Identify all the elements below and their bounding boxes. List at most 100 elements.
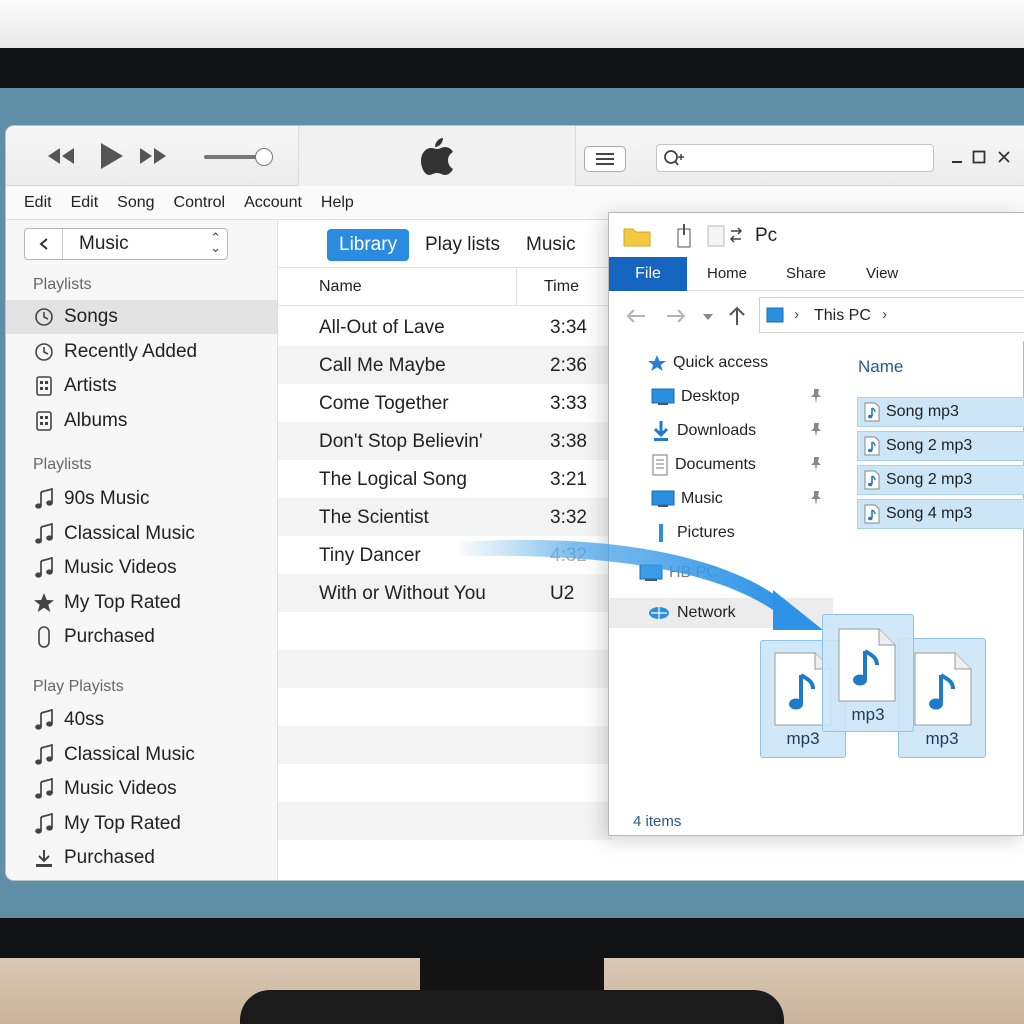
menu-edit[interactable]: Edit — [24, 194, 52, 212]
pin-icon[interactable] — [809, 490, 823, 509]
back-arrow-icon[interactable] — [625, 307, 647, 325]
next-track-button[interactable] — [136, 140, 170, 172]
play-icon — [101, 143, 123, 169]
sidebar-item-artists[interactable]: Artists — [6, 369, 277, 403]
forward-arrow-icon[interactable] — [665, 307, 687, 325]
menu-edit-2[interactable]: Edit — [71, 194, 99, 212]
nav-item-quick-access[interactable]: Quick access — [609, 348, 833, 378]
sidebar-item-my-top-rated[interactable]: My Top Rated — [6, 586, 277, 620]
sidebar-item-purchased[interactable]: Purchased — [6, 620, 277, 654]
view-tabs: Library Play lists Music — [278, 220, 612, 268]
properties-icon[interactable] — [675, 223, 693, 249]
sidebar-item-music-videos[interactable]: Music Videos — [6, 551, 277, 585]
pin-icon[interactable] — [809, 422, 823, 441]
music-file-icon — [864, 402, 880, 422]
song-row[interactable]: Don't Stop Believin' 3:38 — [278, 422, 612, 460]
chevron-left-icon — [38, 238, 48, 250]
search-input[interactable] — [687, 148, 927, 168]
music-note-icon — [33, 778, 55, 800]
nav-item-music[interactable]: Music — [609, 484, 833, 514]
column-header-time[interactable]: Time — [544, 278, 579, 296]
tab-music[interactable]: Music — [514, 229, 588, 261]
nav-item-downloads[interactable]: Downloads — [609, 416, 833, 446]
menu-account[interactable]: Account — [244, 194, 302, 212]
desktop-icon — [651, 388, 675, 406]
drag-arrow-icon — [460, 539, 823, 630]
song-row[interactable]: The Logical Song 3:21 — [278, 460, 612, 498]
song-row[interactable]: Call Me Maybe 2:36 — [278, 346, 612, 384]
sidebar-item-purchased[interactable]: Purchased — [6, 841, 277, 875]
sidebar-item-classical-music[interactable]: Classical Music — [6, 517, 277, 551]
drag-ghost-label: mp3 — [851, 705, 885, 724]
song-time: 3:38 — [550, 431, 587, 452]
sidebar-item-label: My Top Rated — [64, 591, 181, 613]
sidebar-item-40ss[interactable]: 40ss — [6, 703, 277, 737]
file-row[interactable]: Song 2 mp3 — [857, 431, 1024, 461]
pin-icon[interactable] — [809, 388, 823, 407]
drag-ghost-label: mp3 — [925, 729, 959, 748]
nav-item-desktop[interactable]: Desktop — [609, 382, 833, 412]
fast-forward-icon — [140, 148, 166, 164]
close-button[interactable] — [993, 146, 1015, 168]
star-icon — [647, 354, 667, 372]
ribbon-file-tab[interactable]: File — [609, 257, 687, 291]
menu-help[interactable]: Help — [321, 194, 354, 212]
tab-playlists[interactable]: Play lists — [413, 229, 512, 261]
ribbon-tab-home[interactable]: Home — [707, 265, 747, 282]
capsule-icon — [33, 626, 55, 648]
maximize-icon — [972, 150, 986, 164]
nav-item-label: Downloads — [677, 422, 757, 439]
song-name: All-Out of Lave — [319, 317, 445, 338]
grid-icon — [33, 410, 55, 432]
up-arrow-icon[interactable] — [727, 305, 747, 327]
back-button[interactable] — [25, 229, 63, 259]
item-count-status: 4 items — [633, 813, 682, 830]
sidebar-item-songs[interactable]: Songs — [6, 300, 277, 334]
sidebar-item-label: Songs — [64, 306, 118, 327]
music-file-icon — [864, 470, 880, 490]
sidebar-item-classical-music[interactable]: Classical Music — [6, 738, 277, 772]
search-box[interactable] — [656, 144, 934, 172]
minimize-button[interactable] — [946, 146, 968, 168]
tab-library[interactable]: Library — [327, 229, 410, 261]
file-name: Song mp3 — [886, 403, 959, 420]
apple-logo-icon — [421, 138, 453, 175]
sidebar-item-recently-added[interactable]: Recently Added — [6, 335, 277, 369]
ribbon-tab-view[interactable]: View — [866, 265, 898, 282]
sidebar-item-label: Recently Added — [64, 340, 198, 362]
music-note-icon — [33, 743, 55, 766]
music-note-icon — [33, 488, 55, 510]
nav-item-documents[interactable]: Documents — [609, 450, 833, 480]
previous-track-button[interactable] — [44, 140, 78, 172]
recent-locations-chevron-icon[interactable] — [701, 312, 715, 322]
explorer-ribbon: File Home Share View — [609, 257, 1024, 291]
menu-song[interactable]: Song — [117, 194, 154, 212]
sidebar-item-music-videos[interactable]: Music Videos — [6, 772, 277, 806]
file-row[interactable]: Song 2 mp3 — [857, 465, 1024, 495]
swap-arrows-icon[interactable] — [729, 227, 743, 243]
list-view-button[interactable] — [584, 146, 626, 172]
sidebar-item-my-top-rated[interactable]: My Top Rated — [6, 807, 277, 841]
menu-control[interactable]: Control — [174, 194, 226, 212]
volume-slider-knob[interactable] — [255, 148, 273, 166]
column-header-name[interactable]: Name — [319, 278, 362, 296]
maximize-button[interactable] — [968, 146, 990, 168]
file-row[interactable]: Song mp3 — [857, 397, 1024, 427]
ribbon-tab-share[interactable]: Share — [786, 265, 826, 282]
music-note-icon — [33, 812, 55, 835]
sidebar-item-90s-music[interactable]: 90s Music — [6, 482, 277, 516]
media-source-selector[interactable]: Music ⌃ ⌄ — [24, 228, 228, 260]
file-row[interactable]: Song 4 mp3 — [857, 499, 1024, 529]
play-button[interactable] — [94, 140, 128, 172]
new-document-icon[interactable] — [707, 225, 725, 247]
breadcrumb-chevron-icon: › — [794, 306, 799, 323]
explorer-navigation-bar: › This PC › — [609, 291, 1024, 341]
song-name: Don't Stop Believin' — [319, 431, 483, 452]
address-bar[interactable]: › This PC › — [759, 297, 1024, 333]
address-this-pc[interactable]: This PC — [814, 307, 871, 325]
sidebar-item-albums[interactable]: Albums — [6, 404, 277, 438]
column-header-name[interactable]: Name — [858, 357, 903, 377]
pin-icon[interactable] — [809, 456, 823, 475]
song-row[interactable]: Come Together 3:33 — [278, 384, 612, 422]
song-row[interactable]: All-Out of Lave 3:34 — [278, 308, 612, 346]
